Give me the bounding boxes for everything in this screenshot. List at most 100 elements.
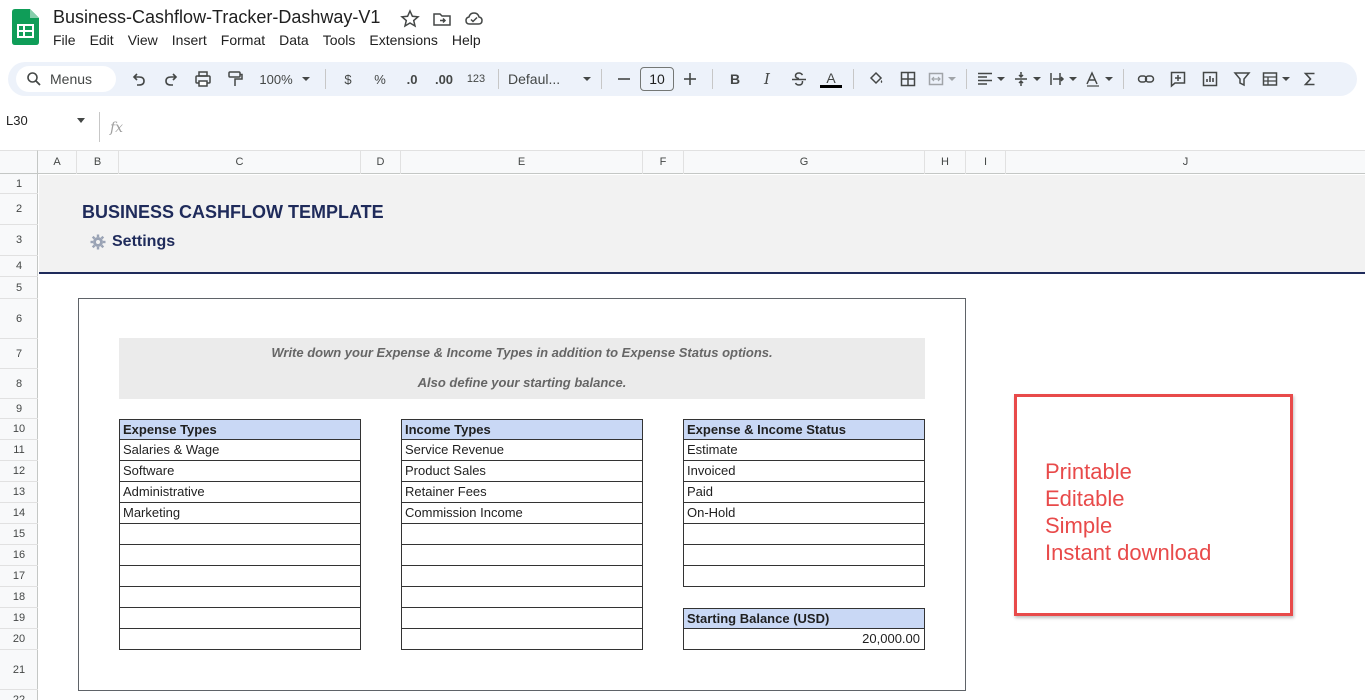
row-header[interactable]: 11 — [0, 440, 38, 461]
row-header[interactable]: 14 — [0, 503, 38, 524]
status-header[interactable]: Expense & Income Status — [683, 419, 925, 440]
table-cell[interactable] — [119, 587, 361, 608]
menu-view[interactable]: View — [128, 32, 158, 48]
decrease-decimal-button[interactable]: .0 — [399, 66, 425, 92]
menu-file[interactable]: File — [53, 32, 76, 48]
table-cell[interactable] — [401, 545, 643, 566]
column-header-j[interactable]: J — [1006, 151, 1365, 174]
paint-format-button[interactable] — [222, 66, 248, 92]
column-header-h[interactable]: H — [925, 151, 966, 174]
starting-balance-header[interactable]: Starting Balance (USD) — [683, 608, 925, 629]
column-header-b[interactable]: B — [77, 151, 119, 174]
table-cell[interactable] — [119, 524, 361, 545]
column-header-i[interactable]: I — [966, 151, 1006, 174]
table-cell[interactable]: Product Sales — [401, 461, 643, 482]
more-formats-button[interactable]: 123 — [463, 66, 489, 92]
borders-button[interactable] — [895, 66, 921, 92]
table-cell[interactable] — [119, 629, 361, 650]
horizontal-align-button[interactable] — [976, 66, 1006, 92]
row-header[interactable]: 4 — [0, 256, 38, 277]
table-cell[interactable]: Marketing — [119, 503, 361, 524]
percent-format-button[interactable]: % — [367, 66, 393, 92]
decrease-font-size-button[interactable] — [611, 66, 637, 92]
income-types-header[interactable]: Income Types — [401, 419, 643, 440]
redo-button[interactable] — [158, 66, 184, 92]
table-cell[interactable]: Service Revenue — [401, 440, 643, 461]
text-wrapping-button[interactable] — [1048, 66, 1078, 92]
row-header[interactable]: 18 — [0, 587, 38, 608]
table-cell[interactable]: Estimate — [683, 440, 925, 461]
row-header[interactable]: 15 — [0, 524, 38, 545]
row-header[interactable]: 12 — [0, 461, 38, 482]
row-header[interactable]: 9 — [0, 399, 38, 419]
name-box[interactable]: L30 — [6, 113, 28, 128]
menu-help[interactable]: Help — [452, 32, 481, 48]
move-folder-icon[interactable] — [432, 9, 452, 29]
table-cell[interactable]: Administrative — [119, 482, 361, 503]
row-header[interactable]: 6 — [0, 299, 38, 339]
menu-edit[interactable]: Edit — [90, 32, 114, 48]
table-cell[interactable] — [119, 545, 361, 566]
name-box-dropdown-icon[interactable] — [77, 118, 85, 123]
font-select[interactable]: Defaul... — [508, 66, 592, 92]
insert-comment-button[interactable] — [1165, 66, 1191, 92]
table-cell[interactable] — [119, 566, 361, 587]
table-cell[interactable] — [401, 524, 643, 545]
row-header[interactable]: 19 — [0, 608, 38, 629]
menu-insert[interactable]: Insert — [172, 32, 207, 48]
row-header[interactable]: 8 — [0, 369, 38, 399]
starting-balance-value[interactable]: 20,000.00 — [683, 629, 925, 650]
column-header-e[interactable]: E — [401, 151, 643, 174]
column-header-a[interactable]: A — [38, 151, 77, 174]
italic-button[interactable]: I — [754, 66, 780, 92]
increase-decimal-button[interactable]: .00 — [431, 66, 457, 92]
row-header[interactable]: 1 — [0, 174, 38, 194]
insert-link-button[interactable] — [1133, 66, 1159, 92]
row-header[interactable]: 5 — [0, 277, 38, 299]
table-cell[interactable]: Software — [119, 461, 361, 482]
table-cell[interactable] — [683, 524, 925, 545]
insert-chart-button[interactable] — [1197, 66, 1223, 92]
print-button[interactable] — [190, 66, 216, 92]
column-header-g[interactable]: G — [684, 151, 925, 174]
column-header-f[interactable]: F — [643, 151, 684, 174]
strikethrough-button[interactable] — [786, 66, 812, 92]
text-color-button[interactable]: A — [818, 66, 844, 92]
text-rotation-button[interactable] — [1084, 66, 1114, 92]
row-header[interactable]: 13 — [0, 482, 38, 503]
table-cell[interactable] — [401, 629, 643, 650]
row-header[interactable]: 16 — [0, 545, 38, 566]
menu-extensions[interactable]: Extensions — [369, 32, 437, 48]
currency-format-button[interactable]: $ — [335, 66, 361, 92]
row-header[interactable]: 20 — [0, 629, 38, 650]
table-cell[interactable] — [401, 608, 643, 629]
row-header[interactable]: 21 — [0, 650, 38, 690]
table-cell[interactable] — [119, 608, 361, 629]
zoom-select[interactable]: 100% — [254, 66, 316, 92]
cloud-status-icon[interactable] — [464, 9, 484, 29]
table-cell[interactable] — [401, 566, 643, 587]
table-cell[interactable]: On-Hold — [683, 503, 925, 524]
row-header[interactable]: 22 — [0, 690, 38, 700]
vertical-align-button[interactable] — [1012, 66, 1042, 92]
increase-font-size-button[interactable] — [677, 66, 703, 92]
menu-data[interactable]: Data — [279, 32, 309, 48]
row-header[interactable]: 7 — [0, 339, 38, 369]
undo-button[interactable] — [126, 66, 152, 92]
menu-format[interactable]: Format — [221, 32, 265, 48]
filter-views-button[interactable] — [1261, 66, 1291, 92]
font-size-input[interactable]: 10 — [640, 67, 674, 91]
table-cell[interactable]: Salaries & Wage — [119, 440, 361, 461]
create-filter-button[interactable] — [1229, 66, 1255, 92]
table-cell[interactable]: Commission Income — [401, 503, 643, 524]
table-cell[interactable]: Paid — [683, 482, 925, 503]
row-header[interactable]: 10 — [0, 419, 38, 440]
menu-search[interactable]: Menus — [16, 66, 116, 92]
menu-tools[interactable]: Tools — [323, 32, 356, 48]
row-header[interactable]: 2 — [0, 194, 38, 225]
column-header-d[interactable]: D — [361, 151, 401, 174]
document-title[interactable]: Business-Cashflow-Tracker-Dashway-V1 — [53, 7, 380, 28]
sheets-logo-icon[interactable] — [12, 9, 39, 45]
fill-color-button[interactable] — [863, 66, 889, 92]
table-cell[interactable]: Retainer Fees — [401, 482, 643, 503]
